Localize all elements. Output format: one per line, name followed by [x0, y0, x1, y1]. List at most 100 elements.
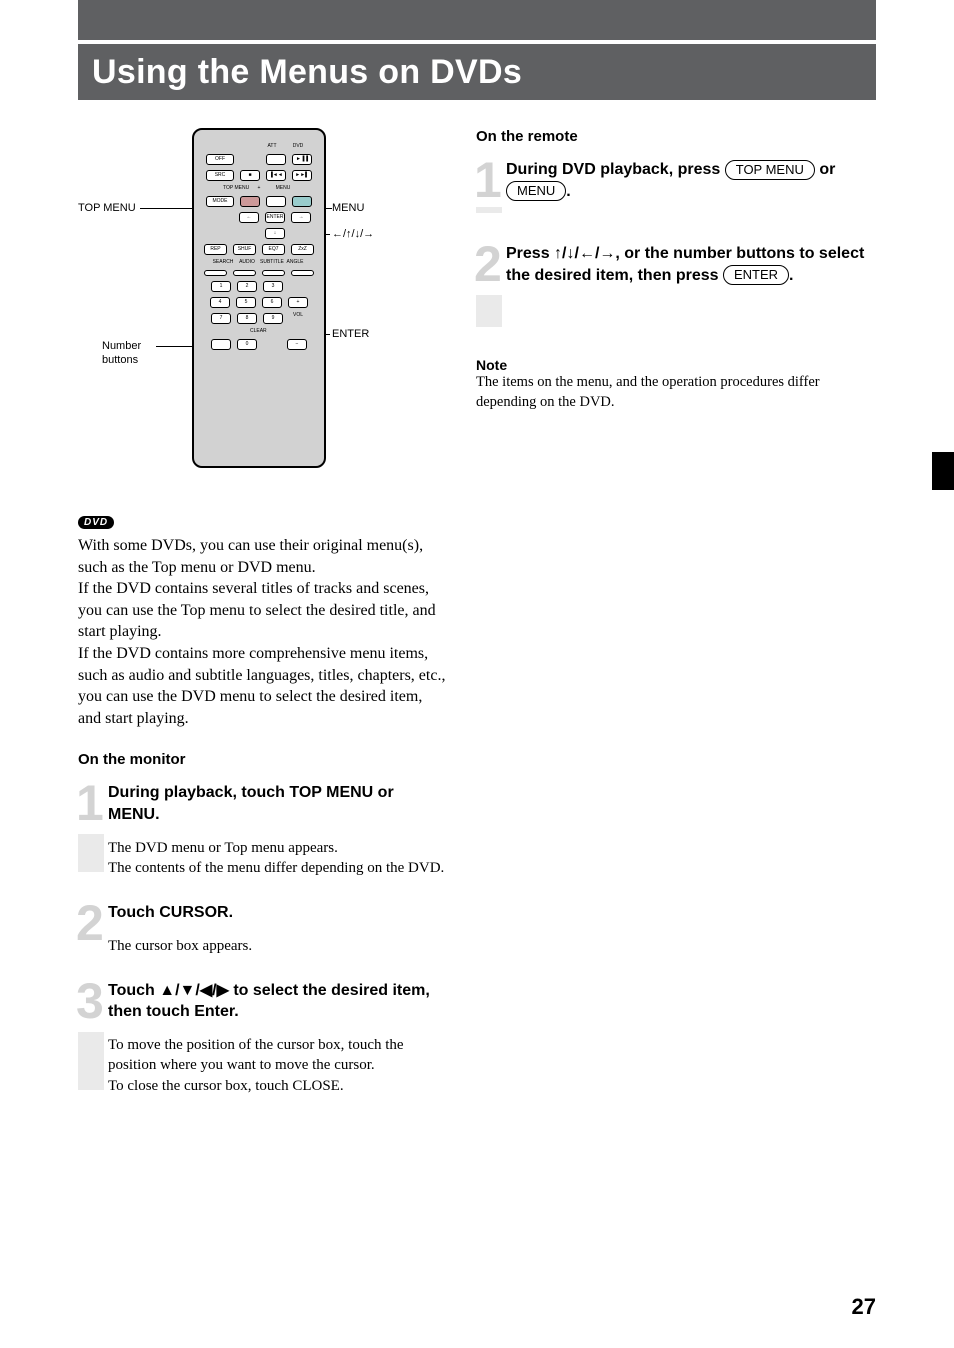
step-number: 1	[76, 774, 104, 832]
remote-right-button: →	[291, 212, 311, 223]
remote-body: ATT DVD OFF ►▐▐ SRC ■ ▐◄◄ ►►▌	[192, 128, 326, 468]
callout-number-label-1: Number	[102, 340, 141, 352]
remote-src-button: SRC	[206, 170, 234, 181]
remote-clear-label: CLEAR	[250, 329, 268, 334]
step-text: .	[789, 267, 793, 284]
section-title: Using the Menus on DVDs	[78, 44, 876, 100]
remote-angle-label: ANGLE	[284, 260, 306, 265]
step-title: Touch ▲/▼/◀/▶ to select the desired item…	[108, 980, 448, 1023]
on-monitor-heading: On the monitor	[78, 751, 448, 768]
remote-step-2: 2 Press ↑/↓/←/→, or the number buttons t…	[476, 243, 876, 333]
remote-rep-button: REP	[204, 244, 227, 255]
intro-p1: With some DVDs, you can use their origin…	[78, 537, 423, 576]
remote-off-button: OFF	[206, 154, 234, 165]
step-text: or	[819, 161, 835, 178]
callout-line	[140, 208, 196, 209]
monitor-step-2: 2 Touch CURSOR. The cursor box appears.	[78, 902, 448, 956]
step-title: During DVD playback, press TOP MENU or M…	[506, 159, 876, 202]
remote-volup-button: +	[288, 297, 308, 308]
intro-p2: If the DVD contains several titles of tr…	[78, 580, 436, 640]
step-number: 3	[76, 972, 104, 1030]
right-column: On the remote 1 During DVD playback, pre…	[476, 128, 876, 412]
step-title: Touch CURSOR.	[108, 902, 448, 924]
step-body-line: The cursor box appears.	[108, 936, 448, 956]
step-number: 2	[76, 894, 104, 952]
remote-next-button: ►►▌	[292, 170, 312, 181]
remote-num-0: 0	[237, 339, 257, 350]
remote-num-6: 6	[262, 297, 282, 308]
remote-step-1: 1 During DVD playback, press TOP MENU or…	[476, 159, 876, 219]
remote-num-4: 4	[210, 297, 230, 308]
note-heading: Note	[476, 357, 876, 373]
remote-menulabel: MENU	[271, 186, 295, 191]
monitor-step-3: 3 Touch ▲/▼/◀/▶ to select the desired it…	[78, 980, 448, 1096]
remote-blank-button	[291, 270, 314, 276]
remote-audio-label: AUDIO	[236, 260, 258, 265]
remote-vol-label: VOL	[289, 313, 307, 324]
step-body-line: To move the position of the cursor box, …	[108, 1037, 404, 1073]
dvd-badge-icon: DVD	[78, 516, 114, 529]
remote-dpad-up-button	[266, 196, 286, 207]
step-text: During DVD playback, press	[506, 161, 725, 178]
callout-top-menu-label: TOP MENU	[78, 202, 136, 214]
remote-zxz-button: ZxZ	[291, 244, 314, 255]
remote-voldn-button: −	[287, 339, 307, 350]
remote-blank-button	[233, 270, 256, 276]
remote-num-1: 1	[211, 281, 231, 292]
page-number: 27	[852, 1294, 876, 1320]
enter-button-label: ENTER	[723, 265, 789, 285]
remote-stop-button: ■	[240, 170, 260, 181]
callout-enter-label: ENTER	[332, 328, 369, 340]
remote-dvd-label: DVD	[288, 144, 308, 149]
step-text: .	[566, 183, 570, 200]
step-number: 1	[474, 151, 502, 209]
remote-illustration: TOP MENU MENU ←/↑/↓/→ ENTER Number butto…	[78, 128, 448, 478]
callout-number-label-2: buttons	[102, 354, 138, 366]
remote-num-9: 9	[263, 313, 283, 324]
left-column: TOP MENU MENU ←/↑/↓/→ ENTER Number butto…	[78, 128, 448, 1120]
page: Using the Menus on DVDs TOP MENU MENU ←/…	[0, 0, 954, 1348]
remote-enter-button: ENTER	[265, 212, 285, 223]
step-body-line: To close the cursor box, touch CLOSE.	[108, 1078, 344, 1094]
step-title: During playback, touch TOP MENU or MENU.	[108, 782, 448, 825]
remote-topmenu-button	[240, 196, 260, 207]
remote-blank-button	[262, 270, 285, 276]
intro-p3: If the DVD contains more comprehensive m…	[78, 645, 445, 727]
remote-blank-button	[204, 270, 227, 276]
remote-num-2: 2	[237, 281, 257, 292]
remote-dpad-plus-label: +	[249, 186, 269, 191]
remote-prev-button: ▐◄◄	[266, 170, 286, 181]
remote-num-5: 5	[236, 297, 256, 308]
on-remote-heading: On the remote	[476, 128, 876, 145]
step-title: Press ↑/↓/←/→, or the number buttons to …	[506, 243, 876, 286]
remote-topmenu-label: TOP MENU	[223, 186, 247, 191]
callout-menu-label: MENU	[332, 202, 364, 214]
remote-playpause-button: ►▐▐	[292, 154, 312, 165]
remote-left-button: ←	[239, 212, 259, 223]
remote-shuf-button: SHUF	[233, 244, 256, 255]
remote-eq7-button: EQ7	[262, 244, 285, 255]
step-number: 2	[474, 235, 502, 293]
remote-menu-button	[292, 196, 312, 207]
step-body-line: The DVD menu or Top menu appears.	[108, 840, 338, 856]
thumb-tab	[932, 452, 954, 490]
remote-down-button: ↓	[265, 228, 285, 239]
step-text: Press	[506, 245, 554, 262]
step-body-line: The contents of the menu differ dependin…	[108, 860, 444, 876]
topmenu-button-label: TOP MENU	[725, 160, 815, 180]
remote-subtitle-label: SUBTITLE	[260, 260, 282, 265]
monitor-step-1: 1 During playback, touch TOP MENU or MEN…	[78, 782, 448, 878]
note-text: The items on the menu, and the operation…	[476, 373, 876, 412]
header-bar	[78, 0, 876, 40]
remote-clear-button	[211, 339, 231, 350]
remote-num-8: 8	[237, 313, 257, 324]
remote-att-button	[266, 154, 286, 165]
remote-search-label: SEARCH	[212, 260, 234, 265]
menu-button-label: MENU	[506, 181, 566, 201]
remote-mode-button: MODE	[206, 196, 234, 207]
remote-att-label: ATT	[262, 144, 282, 149]
intro-paragraph: With some DVDs, you can use their origin…	[78, 535, 448, 729]
remote-num-7: 7	[211, 313, 231, 324]
step-arrows: ↑/↓/←/→	[554, 245, 615, 262]
callout-arrows-label: ←/↑/↓/→	[332, 228, 374, 240]
